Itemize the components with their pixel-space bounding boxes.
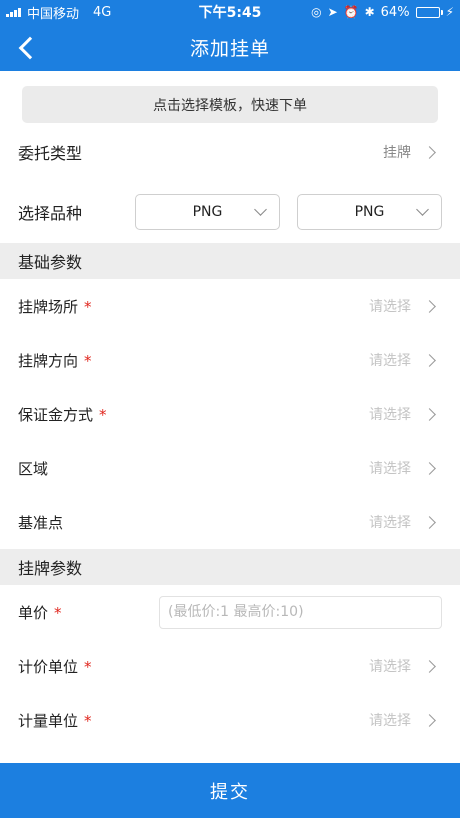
location-icon: ➤ xyxy=(327,5,338,19)
required-mark: * xyxy=(99,405,107,424)
select-template-button[interactable]: 点击选择模板，快速下单 xyxy=(22,86,438,123)
charging-icon: ⚡ xyxy=(445,5,454,19)
listing-params-list: 计价单位 * 请选择 计量单位 * 请选择 xyxy=(0,639,460,747)
variety-select-2[interactable]: PNG xyxy=(297,194,442,230)
form-row[interactable]: 区域 请选择 xyxy=(0,441,460,495)
form-row[interactable]: 保证金方式 * 请选择 xyxy=(0,387,460,441)
required-mark: * xyxy=(84,657,92,676)
section-listing-params: 挂牌参数 xyxy=(0,549,460,585)
form-row[interactable]: 计价单位 * 请选择 xyxy=(0,639,460,693)
chevron-right-icon xyxy=(423,353,436,367)
battery-percent: 64% xyxy=(380,4,410,20)
chevron-right-icon xyxy=(423,299,436,313)
order-type-value: 挂牌 xyxy=(383,145,411,161)
status-bar: 中国移动 4G 下午5:45 ◎ ➤ ⏰ ✱ 64% ⚡ xyxy=(0,0,460,24)
required-mark: * xyxy=(84,351,92,370)
form-row-label: 基准点 xyxy=(18,513,64,532)
form-row-label: 挂牌场所 * xyxy=(18,297,92,316)
variety-label: 选择品种 xyxy=(18,204,83,223)
unit-price-row: 单价 * xyxy=(0,585,460,639)
form-row[interactable]: 挂牌方向 * 请选择 xyxy=(0,333,460,387)
section-basic-params: 基础参数 xyxy=(0,243,460,279)
basic-params-list: 挂牌场所 * 请选择 挂牌方向 * 请选择 保证金方式 * 请选择 区域 请选择 基准点 请选择 xyxy=(0,279,460,549)
form-row-value: 请选择 xyxy=(369,659,411,675)
form-row[interactable]: 挂牌场所 * 请选择 xyxy=(0,279,460,333)
alarm-icon: ⏰ xyxy=(343,5,359,19)
order-type-label: 委托类型 xyxy=(18,144,83,163)
page-title: 添加挂单 xyxy=(189,38,270,60)
submit-button[interactable]: 提交 xyxy=(0,763,460,818)
form-row-value: 请选择 xyxy=(369,353,411,369)
variety-row: 选择品种 PNG PNG xyxy=(0,181,460,243)
variety-select-1[interactable]: PNG xyxy=(135,194,280,230)
form-row-value: 请选择 xyxy=(369,461,411,477)
back-chevron-icon[interactable] xyxy=(18,36,42,59)
form-row-value: 请选择 xyxy=(369,515,411,531)
chevron-right-icon xyxy=(423,713,436,727)
bluetooth-icon: ✱ xyxy=(364,5,375,19)
form-row-label: 计量单位 * xyxy=(18,711,92,730)
unit-price-input[interactable] xyxy=(159,595,442,629)
unit-price-label: 单价 * xyxy=(18,603,62,622)
carrier-name: 中国移动 xyxy=(27,6,80,22)
chevron-right-icon xyxy=(423,407,436,421)
required-mark: * xyxy=(84,297,92,316)
form-row-value: 请选择 xyxy=(369,713,411,729)
form-row-label: 挂牌方向 * xyxy=(18,351,92,370)
chevron-down-icon xyxy=(416,203,429,216)
signal-icon xyxy=(6,7,21,17)
nav-bar: 添加挂单 xyxy=(0,24,460,71)
form-row[interactable]: 计量单位 * 请选择 xyxy=(0,693,460,747)
chevron-right-icon xyxy=(423,145,436,159)
form-row-label: 保证金方式 * xyxy=(18,405,107,424)
form-row-label: 区域 xyxy=(18,459,49,478)
battery-icon xyxy=(415,6,443,18)
order-type-row[interactable]: 委托类型 挂牌 xyxy=(0,123,460,181)
required-mark: * xyxy=(84,711,92,730)
chevron-down-icon xyxy=(254,203,267,216)
form-row[interactable]: 基准点 请选择 xyxy=(0,495,460,549)
form-row-label: 计价单位 * xyxy=(18,657,92,676)
form-row-value: 请选择 xyxy=(369,299,411,315)
chevron-right-icon xyxy=(423,515,436,529)
lock-rotation-icon: ◎ xyxy=(311,5,322,19)
chevron-right-icon xyxy=(423,461,436,475)
form-row-value: 请选择 xyxy=(369,407,411,423)
required-mark: * xyxy=(54,603,62,622)
chevron-right-icon xyxy=(423,659,436,673)
network-type: 4G xyxy=(93,4,112,20)
